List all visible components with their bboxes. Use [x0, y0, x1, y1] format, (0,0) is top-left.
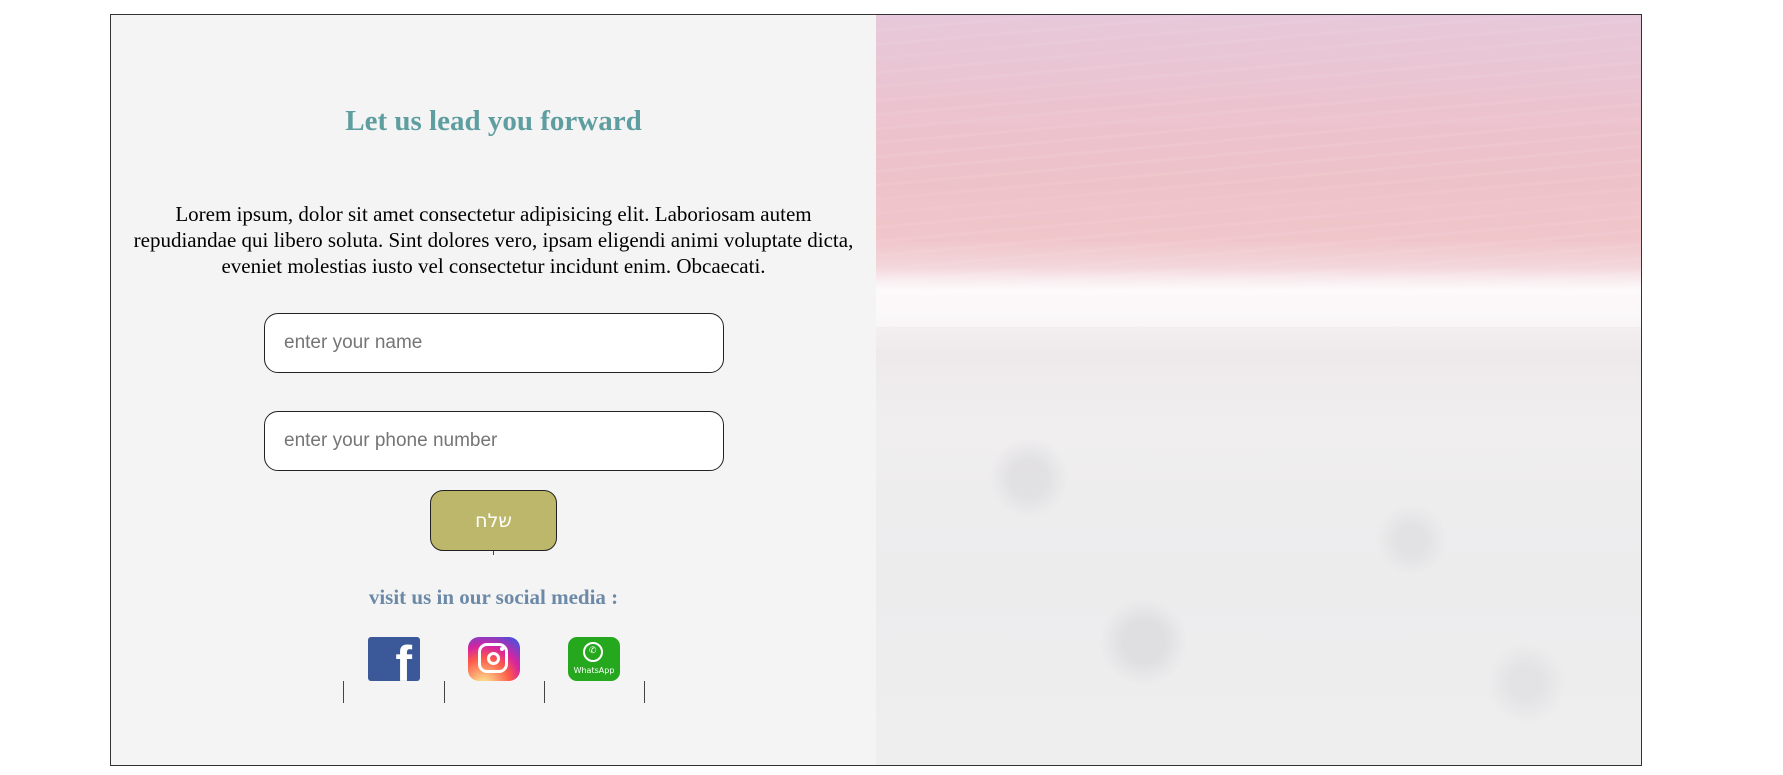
facebook-glyph: f [395, 637, 412, 681]
divider [493, 551, 494, 555]
phone-input[interactable] [264, 411, 724, 471]
intro-paragraph: Lorem ipsum, dolor sit amet consectetur … [133, 202, 854, 278]
send-button[interactable]: שלח [430, 490, 557, 551]
name-input[interactable] [264, 313, 724, 373]
form-panel: Let us lead you forward Lorem ipsum, dol… [111, 15, 876, 765]
separator [343, 681, 344, 703]
facebook-icon: f [368, 637, 420, 681]
page-title: Let us lead you forward [345, 105, 642, 137]
separator [644, 681, 645, 703]
instagram-link[interactable] [468, 637, 520, 681]
instagram-icon [468, 637, 520, 681]
social-links: f ✆ WhatsApp [343, 626, 645, 706]
separator [544, 681, 545, 703]
hero-image [876, 15, 1641, 765]
separator [444, 681, 445, 703]
contact-card: Let us lead you forward Lorem ipsum, dol… [110, 14, 1642, 766]
whatsapp-icon: ✆ WhatsApp [568, 637, 620, 681]
social-heading: visit us in our social media : [368, 585, 619, 609]
whatsapp-link[interactable]: ✆ WhatsApp [568, 637, 620, 681]
facebook-link[interactable]: f [368, 637, 420, 681]
whatsapp-label: WhatsApp [573, 666, 615, 675]
